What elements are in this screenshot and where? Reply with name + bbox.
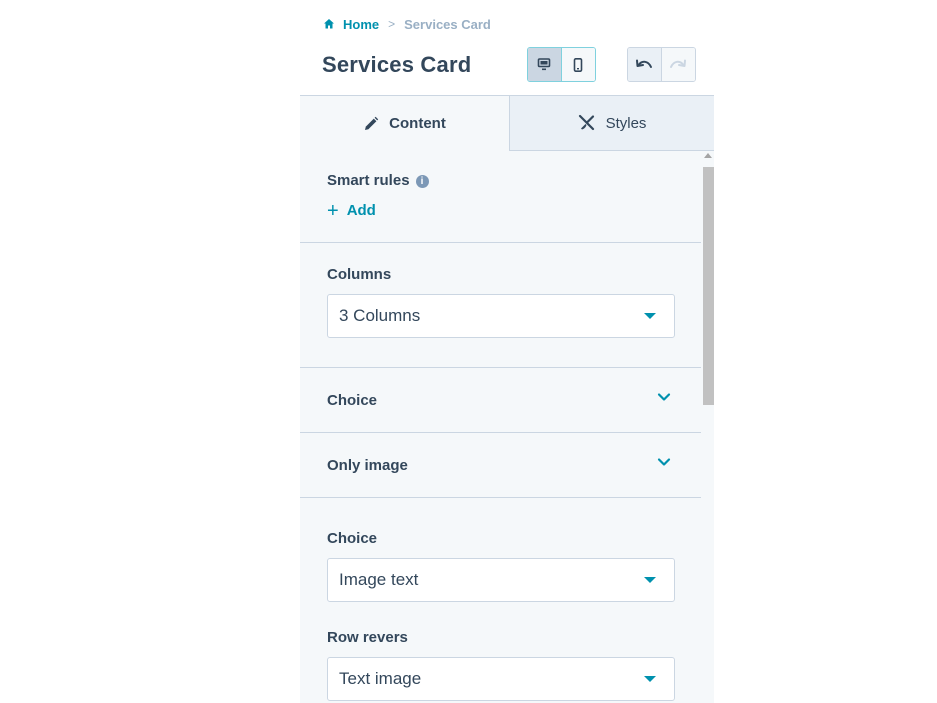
mobile-view-button[interactable]: [561, 48, 595, 81]
breadcrumb: Home > Services Card: [323, 16, 491, 32]
columns-select[interactable]: 3 Columns: [327, 294, 675, 338]
undo-icon: [636, 59, 653, 68]
row-revers-select-value: Text image: [339, 669, 422, 688]
row-revers-label: Row revers: [327, 629, 408, 646]
tab-content-label: Content: [389, 115, 446, 132]
add-smart-rule-button[interactable]: + Add: [327, 199, 387, 222]
mobile-icon: [573, 57, 583, 72]
choice-label: Choice: [327, 530, 378, 547]
tab-content[interactable]: Content: [300, 96, 509, 151]
breadcrumb-separator: >: [388, 17, 396, 31]
breadcrumb-home-link[interactable]: Home: [343, 17, 379, 32]
panel-scrollbar[interactable]: [701, 151, 714, 703]
tab-styles-label: Styles: [605, 114, 647, 132]
scrollbar-thumb[interactable]: [703, 167, 714, 405]
row-revers-select[interactable]: Text image: [327, 657, 675, 701]
tab-styles[interactable]: Styles: [509, 96, 714, 151]
only-image-group[interactable]: Only image: [300, 433, 701, 498]
layout-options-section: Choice Image text Row revers Text image: [300, 498, 701, 701]
device-toggle: [527, 47, 596, 82]
choice-select[interactable]: Image text: [327, 558, 675, 602]
smart-rules-heading: Smart rules i: [327, 172, 701, 189]
smart-rules-section: Smart rules i + Add: [300, 151, 701, 243]
choice-group[interactable]: Choice: [300, 368, 701, 433]
pencil-icon: [363, 116, 379, 132]
editor-panel: Content Styles Smart rules i + Add Colum…: [300, 95, 714, 703]
caret-down-icon: [644, 313, 656, 319]
columns-section: Columns 3 Columns: [300, 243, 701, 368]
undo-button[interactable]: [628, 48, 662, 81]
plus-icon: +: [327, 199, 339, 222]
caret-down-icon: [644, 676, 656, 682]
redo-icon: [670, 59, 687, 68]
add-label: Add: [346, 202, 376, 219]
home-icon: [324, 19, 334, 29]
desktop-icon: [537, 58, 551, 71]
choice-group-label: Choice: [327, 391, 378, 409]
columns-select-value: 3 Columns: [339, 306, 421, 325]
brush-icon: [578, 114, 596, 132]
history-controls: [627, 47, 696, 82]
page-title: Services Card: [322, 52, 472, 77]
columns-label: Columns: [327, 266, 392, 283]
chevron-down-icon: [657, 393, 671, 401]
scroll-up-arrow-icon[interactable]: [704, 153, 712, 158]
choice-select-value: Image text: [339, 570, 419, 589]
caret-down-icon: [644, 577, 656, 583]
panel-content: Smart rules i + Add Columns 3 Columns Cho…: [300, 151, 701, 703]
desktop-view-button[interactable]: [528, 48, 562, 81]
panel-tabs: Content Styles: [300, 96, 714, 151]
only-image-group-label: Only image: [327, 456, 408, 474]
smart-rules-label: Smart rules: [327, 172, 410, 189]
chevron-down-icon: [657, 458, 671, 466]
info-icon[interactable]: i: [415, 175, 429, 188]
redo-button[interactable]: [661, 48, 695, 81]
breadcrumb-current: Services Card: [404, 16, 491, 32]
